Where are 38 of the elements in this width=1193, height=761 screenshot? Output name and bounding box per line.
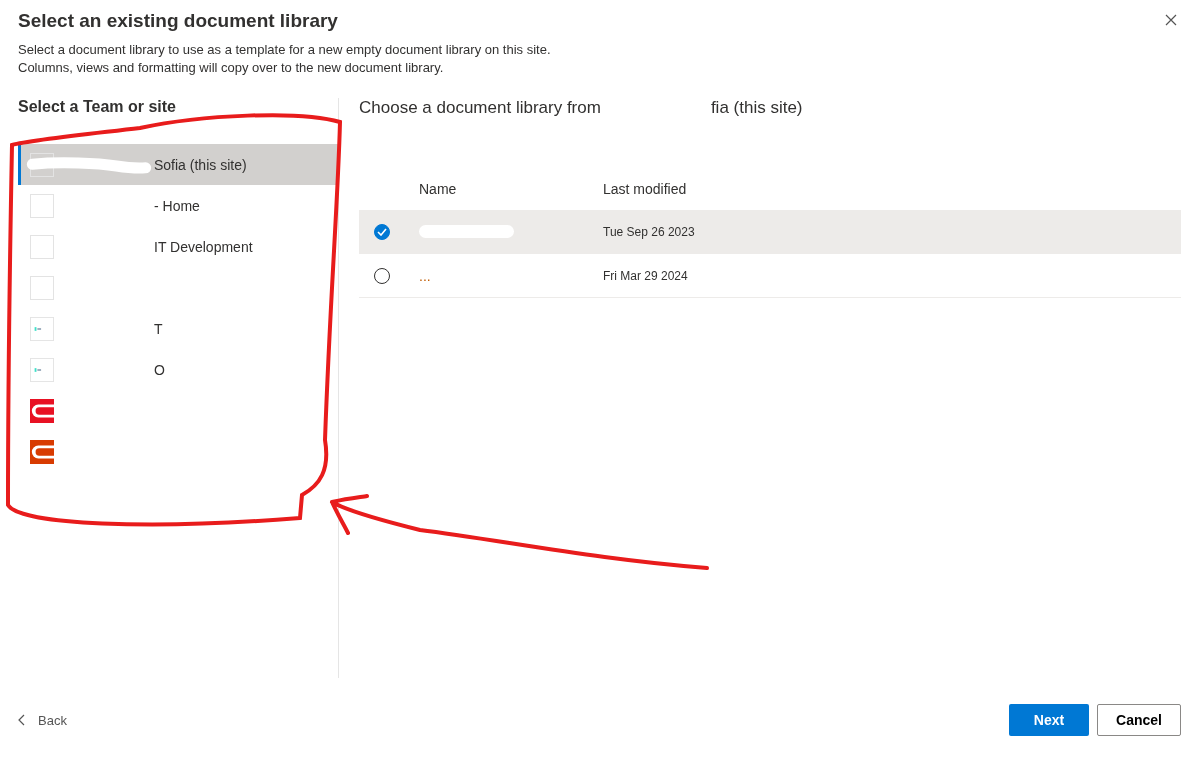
site-item[interactable]: O [18,349,338,390]
description-text: Columns, views and formatting will copy over to the new document library. [18,60,445,75]
section-heading: Choose a document library from [359,98,601,118]
site-logo-icon [30,439,54,464]
description-text: Select a document library to use as a template for a new empty document library on this site. [18,42,551,57]
site-item[interactable]: T [18,308,338,349]
site-name: IT Development [154,238,253,255]
section-heading: Select a Team or site [18,98,177,116]
column-header[interactable]: Last modified [603,181,687,197]
site-name: T [154,320,163,337]
back-button[interactable]: Back [18,708,67,732]
modified-date: Fri Mar 29 2024 [603,268,688,283]
column-header[interactable]: Name [359,181,603,197]
site-item[interactable]: - Home [18,185,338,226]
site-item[interactable]: Sofia (this site) [18,144,338,185]
site-icon [30,234,54,259]
site-icon [30,152,54,177]
site-icon [30,193,54,218]
close-icon [1165,14,1177,26]
site-logo-icon [30,316,54,341]
dialog-title: Select an existing document library [18,10,339,32]
modified-date: Tue Sep 26 2023 [603,224,695,239]
library-row[interactable]: Tue Sep 26 2023 [359,210,1181,254]
site-logo-icon [30,357,54,382]
chevron-left-icon [18,714,26,726]
site-name: Sofia (this site) [154,156,247,173]
site-item[interactable]: IT Development [18,226,338,267]
site-logo-icon [30,398,54,423]
library-row[interactable]: ... Fri Mar 29 2024 [359,254,1181,298]
site-name: fia (this site) [710,98,803,118]
site-name: - Home [154,197,200,214]
next-button[interactable]: Next [1009,704,1089,736]
library-name[interactable]: ... [419,267,431,284]
site-name: O [154,361,165,378]
cancel-button[interactable]: Cancel [1097,704,1181,736]
radio-button[interactable] [374,223,390,240]
checkmark-icon [377,227,387,236]
site-icon [30,275,54,300]
